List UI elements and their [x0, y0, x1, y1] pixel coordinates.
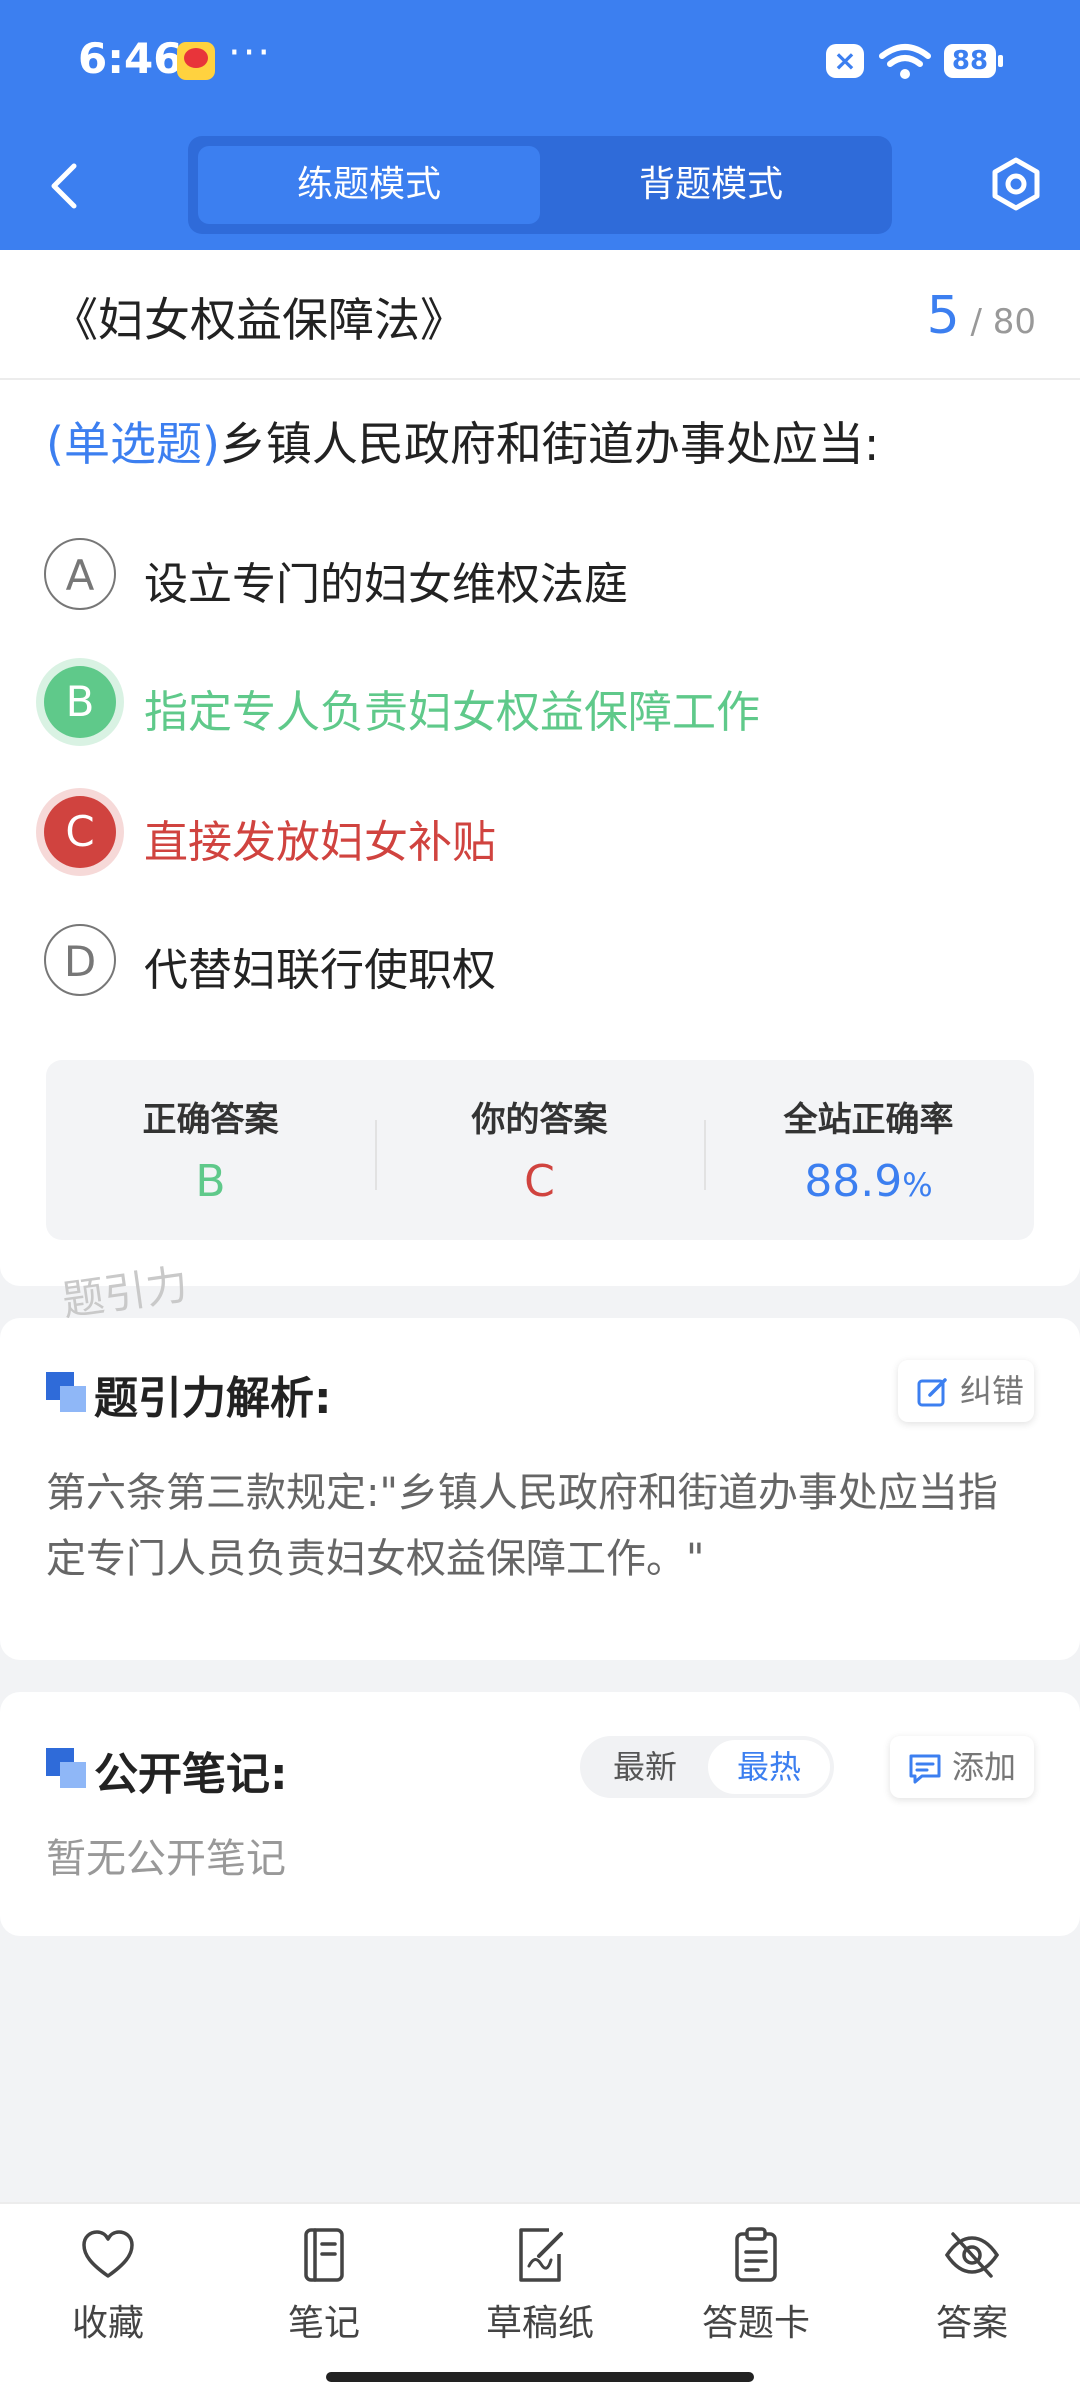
option-text: 设立专门的妇女维权法庭 — [144, 559, 628, 610]
nav-draft[interactable]: 草稿纸 — [432, 2226, 648, 2356]
eye-off-icon — [944, 2232, 1000, 2278]
option-letter: A — [44, 538, 116, 610]
back-arrow-icon[interactable] — [40, 158, 90, 214]
section-icon — [46, 1748, 86, 1788]
accuracy-unit: % — [902, 1166, 933, 1204]
more-notifications-icon: ··· — [228, 30, 273, 76]
answer-stats: 正确答案 B 你的答案 C 全站正确率 88.9% — [46, 1060, 1034, 1240]
analysis-title: 题引力解析: — [94, 1373, 332, 1424]
total-questions: 80 — [992, 302, 1036, 342]
accuracy-stat: 全站正确率 88.9% — [704, 1060, 1033, 1240]
clipboard-icon — [735, 2227, 777, 2282]
question-type: (单选题) — [46, 417, 220, 471]
mode-switch: 练题模式 背题模式 — [188, 136, 892, 234]
wifi-icon — [879, 44, 931, 79]
tab-practice-mode[interactable]: 练题模式 — [198, 146, 540, 224]
option-text: 指定专人负责妇女权益保障工作 — [144, 687, 760, 738]
option-letter: C — [44, 796, 116, 868]
analysis-text: 第六条第三款规定:"乡镇人民政府和街道办事处应当指定专门人员负责妇女权益保障工作… — [46, 1470, 998, 1582]
notes-card — [0, 1692, 1080, 1936]
law-title: 《妇女权益保障法》 — [52, 293, 466, 347]
nav-notes-label: 笔记 — [287, 2303, 360, 2344]
question-stem: (单选题)乡镇人民政府和街道办事处应当: — [46, 408, 879, 474]
settings-icon[interactable] — [988, 156, 1044, 212]
nav-answer-sheet-label: 答题卡 — [701, 2303, 810, 2344]
your-answer-stat: 你的答案 C — [375, 1060, 704, 1240]
nav-notes[interactable]: 笔记 — [216, 2226, 432, 2356]
option-text: 代替妇联行使职权 — [144, 945, 496, 996]
note-add-icon — [909, 1754, 941, 1784]
option-letter: B — [44, 666, 116, 738]
section-icon — [46, 1372, 86, 1412]
nav-answer-sheet[interactable]: 答题卡 — [648, 2226, 864, 2356]
question-text: 乡镇人民政府和街道办事处应当: — [219, 417, 880, 471]
home-indicator — [326, 2372, 754, 2382]
nav-answer[interactable]: 答案 — [864, 2226, 1080, 2356]
divider — [0, 378, 1080, 380]
your-answer-label: 你的答案 — [471, 1100, 608, 1140]
accuracy-value: 88.9% — [704, 1156, 1033, 1207]
correct-answer-label: 正确答案 — [142, 1100, 279, 1140]
correct-answer-value: B — [195, 1156, 226, 1207]
draft-icon — [519, 2228, 563, 2282]
question-progress: 5 / 80 — [926, 286, 1036, 346]
edit-icon — [917, 1378, 947, 1407]
nav-favorite[interactable]: 收藏 — [0, 2226, 216, 2356]
sort-latest[interactable]: 最新 — [584, 1740, 706, 1794]
your-answer-value: C — [524, 1156, 555, 1207]
add-note-button[interactable]: 添加 — [890, 1736, 1034, 1798]
notebook-icon — [304, 2228, 344, 2282]
nav-favorite-label: 收藏 — [71, 2303, 144, 2344]
current-question-number: 5 — [926, 286, 960, 346]
notes-title: 公开笔记: — [94, 1749, 288, 1800]
accuracy-label: 全站正确率 — [783, 1100, 954, 1140]
correct-answer-stat: 正确答案 B — [46, 1060, 375, 1240]
sort-hottest[interactable]: 最热 — [708, 1740, 830, 1794]
accuracy-number: 88.9 — [804, 1156, 903, 1207]
notes-empty-text: 暂无公开笔记 — [46, 1836, 286, 1882]
report-error-button[interactable]: 纠错 — [898, 1360, 1034, 1422]
heart-icon — [82, 2230, 134, 2278]
notes-sort-toggle: 最新 最热 — [580, 1736, 834, 1798]
nav-draft-label: 草稿纸 — [485, 2303, 594, 2344]
battery-indicator: 88 — [944, 44, 1003, 78]
nav-answer-label: 答案 — [935, 2303, 1008, 2344]
tab-memorize-mode[interactable]: 背题模式 — [540, 146, 882, 224]
status-time: 6:46 — [78, 34, 183, 83]
option-text: 直接发放妇女补贴 — [144, 817, 496, 868]
add-note-label: 添加 — [952, 1748, 1017, 1786]
option-letter: D — [44, 924, 116, 996]
no-sim-icon: × — [826, 44, 864, 78]
report-error-label: 纠错 — [960, 1372, 1025, 1410]
app-notification-icon — [177, 42, 215, 80]
